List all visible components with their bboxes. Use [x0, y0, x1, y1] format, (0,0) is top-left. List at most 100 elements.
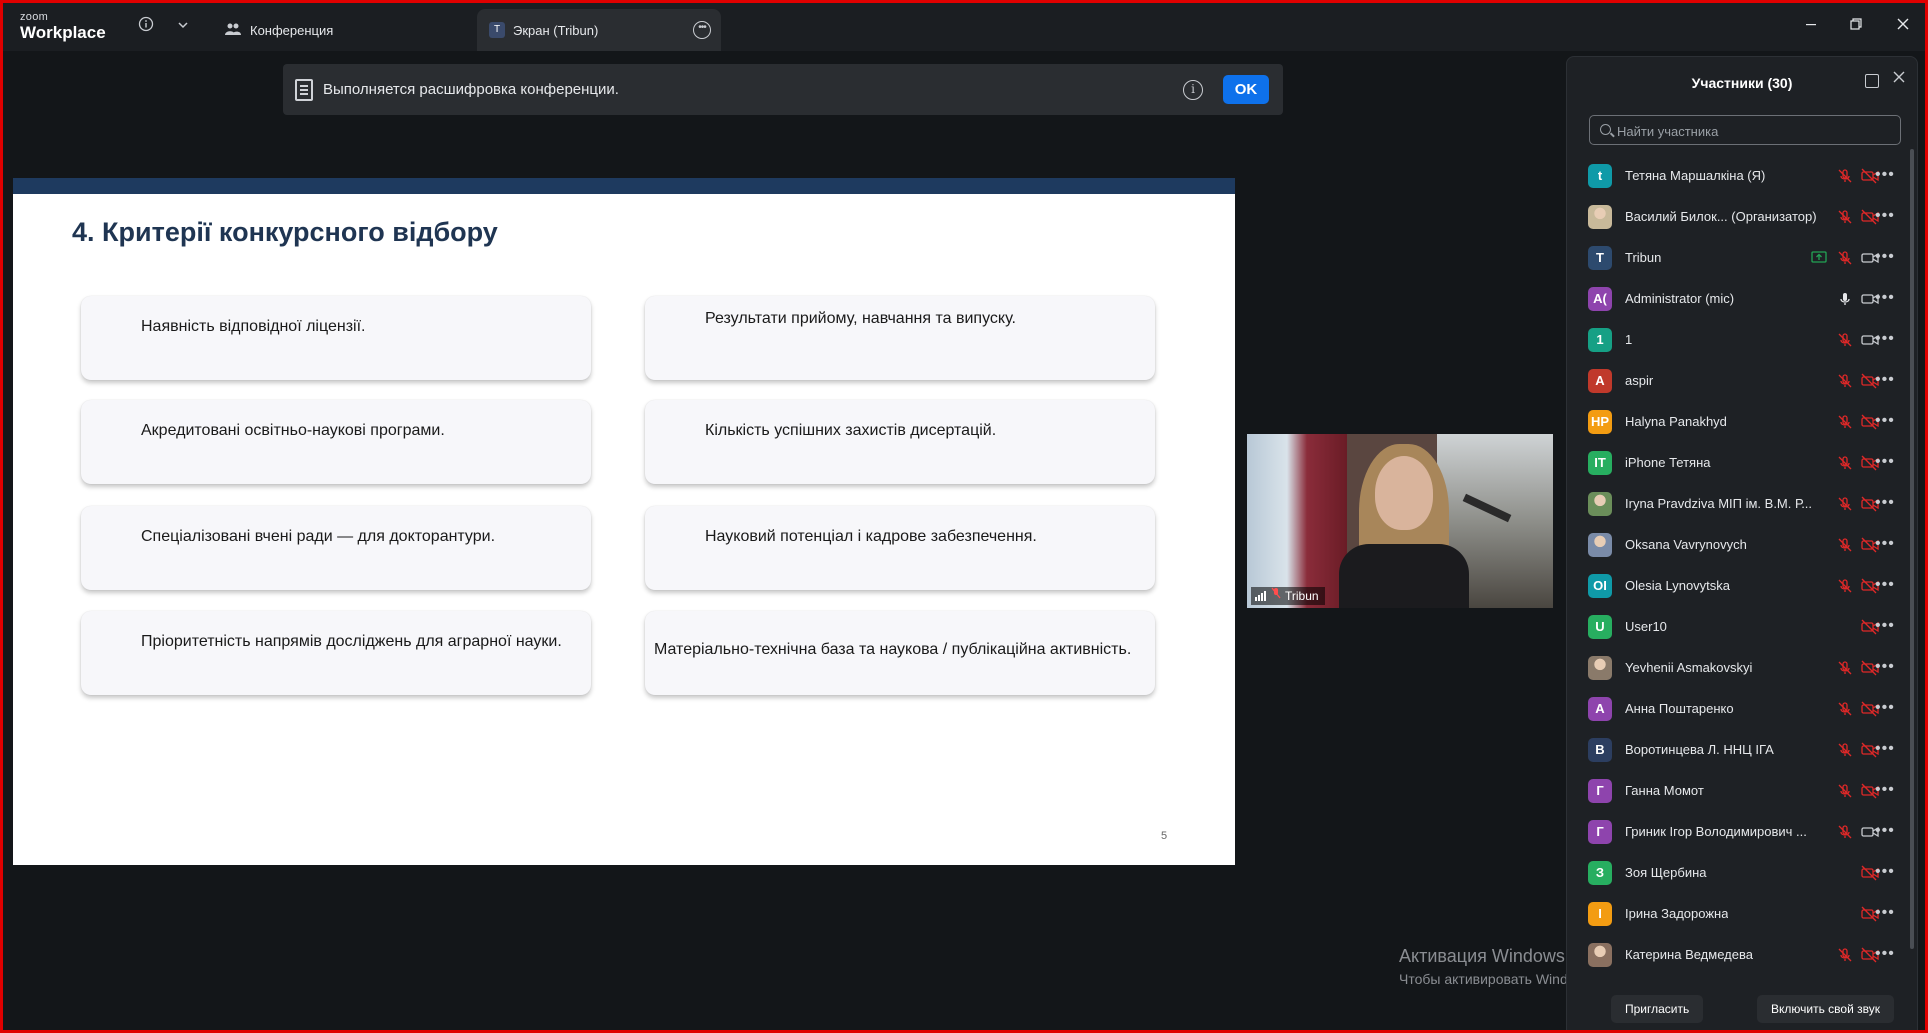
participant-name: Halyna Panakhyd	[1625, 414, 1727, 429]
criteria-card-text: Спеціалізовані вчені ради — для докторан…	[141, 528, 496, 545]
more-icon[interactable]: •••	[1875, 946, 1894, 963]
participant-row[interactable]: Yevhenii Asmakovskyi •••	[1567, 647, 1917, 688]
participant-row[interactable]: Г Ганна Момот •••	[1567, 770, 1917, 811]
more-icon[interactable]: •••	[1875, 659, 1894, 676]
mic-muted-icon	[1837, 660, 1853, 676]
participant-name: Administrator (mic)	[1625, 291, 1735, 306]
criteria-card-text: Акредитовані освітньо-наукові програми.	[141, 422, 445, 439]
unmute-self-button[interactable]: Включить свой звук	[1757, 995, 1894, 1023]
participant-row[interactable]: U User10 •••	[1567, 606, 1917, 647]
avatar: IT	[1588, 450, 1612, 475]
mic-muted-icon	[1271, 587, 1281, 605]
speaker-video-tile[interactable]: Tribun	[1247, 434, 1553, 608]
participants-panel: Участники (30) tТетяна Маршалкіна (Я)•••…	[1566, 56, 1918, 1030]
mic-muted-icon	[1837, 209, 1853, 225]
tab-screen-badge: T	[489, 22, 505, 38]
avatar	[1588, 655, 1612, 680]
more-icon[interactable]: •••	[1875, 700, 1894, 717]
more-icon[interactable]: •••	[1875, 536, 1894, 553]
participant-row[interactable]: HP Halyna Panakhyd •••	[1567, 401, 1917, 442]
avatar: U	[1588, 614, 1612, 639]
avatar: Г	[1588, 819, 1612, 844]
transcript-icon	[295, 78, 313, 101]
more-icon[interactable]: •••	[1875, 577, 1894, 594]
participant-search-input[interactable]	[1617, 121, 1887, 141]
participant-row[interactable]: A Анна Поштаренко •••	[1567, 688, 1917, 729]
avatar: HP	[1588, 409, 1612, 434]
more-icon[interactable]: •••	[1875, 823, 1894, 840]
participant-row[interactable]: Oksana Vavrynovych •••	[1567, 524, 1917, 565]
more-icon[interactable]: •••	[1875, 372, 1894, 389]
participant-row[interactable]: Г Гриник Ігор Володимирович ... •••	[1567, 811, 1917, 852]
participant-row[interactable]: Василий Билок... (Организатор) •••	[1567, 196, 1917, 237]
info-icon[interactable]	[136, 16, 156, 36]
participant-row[interactable]: t Тетяна Маршалкіна (Я) •••	[1567, 155, 1917, 196]
more-icon[interactable]: •••	[1875, 454, 1894, 471]
more-icon[interactable]: •••	[1875, 864, 1894, 881]
participants-footer: Пригласить Включить свой звук	[1567, 981, 1917, 1030]
more-icon[interactable]: •••	[1875, 495, 1894, 512]
close-window-button[interactable]	[1893, 17, 1913, 37]
more-icon[interactable]: •••	[1875, 618, 1894, 635]
participant-row[interactable]: І Ірина Задорожна •••	[1567, 893, 1917, 934]
participant-row[interactable]: A( Administrator (mic) •••	[1567, 278, 1917, 319]
participant-name: Yevhenii Asmakovskyi	[1625, 660, 1753, 675]
criteria-card-text: Пріоритетність напрямів досліджень для а…	[141, 633, 562, 650]
participant-search[interactable]	[1589, 115, 1901, 145]
restore-button[interactable]	[1846, 17, 1866, 37]
more-icon[interactable]: •••	[1875, 249, 1894, 266]
close-panel-icon[interactable]	[1893, 70, 1905, 88]
criteria-card: Наявність відповідної ліцензії.	[81, 296, 591, 380]
criteria-card-text: Наявність відповідної ліцензії.	[141, 318, 366, 335]
banner-info-icon[interactable]: i	[1183, 80, 1203, 100]
criteria-card: Спеціалізовані вчені ради — для докторан…	[81, 506, 591, 590]
participants-scrollbar[interactable]	[1910, 149, 1914, 949]
avatar	[1588, 532, 1612, 557]
tab-conference[interactable]: Конференция	[225, 9, 465, 51]
participant-row[interactable]: OI Olesia Lynovytska •••	[1567, 565, 1917, 606]
more-icon[interactable]: •••	[1875, 290, 1894, 307]
invite-button[interactable]: Пригласить	[1611, 995, 1704, 1023]
mic-icon	[1837, 291, 1853, 307]
tab-screen-share[interactable]: T Экран (Tribun) •••	[477, 9, 721, 51]
participant-row[interactable]: Катерина Ведмедева •••	[1567, 934, 1917, 975]
participant-row[interactable]: 1 1 •••	[1567, 319, 1917, 360]
more-icon[interactable]: •••	[1875, 741, 1894, 758]
participant-row[interactable]: T Tribun •••	[1567, 237, 1917, 278]
more-options-icon[interactable]: •••	[693, 21, 711, 39]
participant-row[interactable]: Iryna Pravdziva МІП ім. В.М. Р... •••	[1567, 483, 1917, 524]
minimize-button[interactable]	[1801, 17, 1821, 37]
criteria-card: Акредитовані освітньо-наукові програми.	[81, 400, 591, 484]
criteria-card-text: Кількість успішних захистів дисертацій.	[705, 422, 997, 439]
slide-header-stripe	[13, 178, 1235, 194]
avatar: A	[1588, 368, 1612, 393]
participants-icon	[225, 22, 241, 39]
participant-row[interactable]: З Зоя Щербина •••	[1567, 852, 1917, 893]
zoom-window: zoom Workplace Конференция T Экран (Trib…	[0, 0, 1928, 1033]
chevron-down-icon[interactable]	[173, 16, 193, 36]
participant-name: Ганна Момот	[1625, 783, 1704, 798]
criteria-card: Кількість успішних захистів дисертацій.	[645, 400, 1155, 484]
more-icon[interactable]: •••	[1875, 208, 1894, 225]
banner-ok-button[interactable]: OK	[1223, 75, 1269, 104]
mic-muted-icon	[1837, 537, 1853, 553]
avatar: A(	[1588, 286, 1612, 311]
popout-icon[interactable]	[1865, 74, 1879, 88]
participant-row[interactable]: Aaspir •••	[1567, 360, 1917, 401]
participant-row[interactable]: IT iPhone Тетяна •••	[1567, 442, 1917, 483]
banner-text: Выполняется расшифровка конференции.	[323, 81, 619, 98]
criteria-card: Матеріально-технічна база та наукова / п…	[645, 611, 1155, 695]
more-icon[interactable]: •••	[1875, 905, 1894, 922]
more-icon[interactable]: •••	[1875, 413, 1894, 430]
more-icon[interactable]: •••	[1875, 331, 1894, 348]
mic-muted-icon	[1837, 701, 1853, 717]
more-icon[interactable]: •••	[1875, 782, 1894, 799]
participant-row[interactable]: B Воротинцева Л. ННЦ ІГА •••	[1567, 729, 1917, 770]
criteria-card: Пріоритетність напрямів досліджень для а…	[81, 611, 591, 695]
screen-share-icon	[1811, 250, 1827, 266]
avatar: Г	[1588, 778, 1612, 803]
more-icon[interactable]: •••	[1875, 167, 1894, 184]
slide-title: 4. Критерії конкурсного відбору	[72, 217, 498, 247]
participant-name: Василий Билок... (Организатор)	[1625, 209, 1817, 224]
avatar: OI	[1588, 573, 1612, 598]
